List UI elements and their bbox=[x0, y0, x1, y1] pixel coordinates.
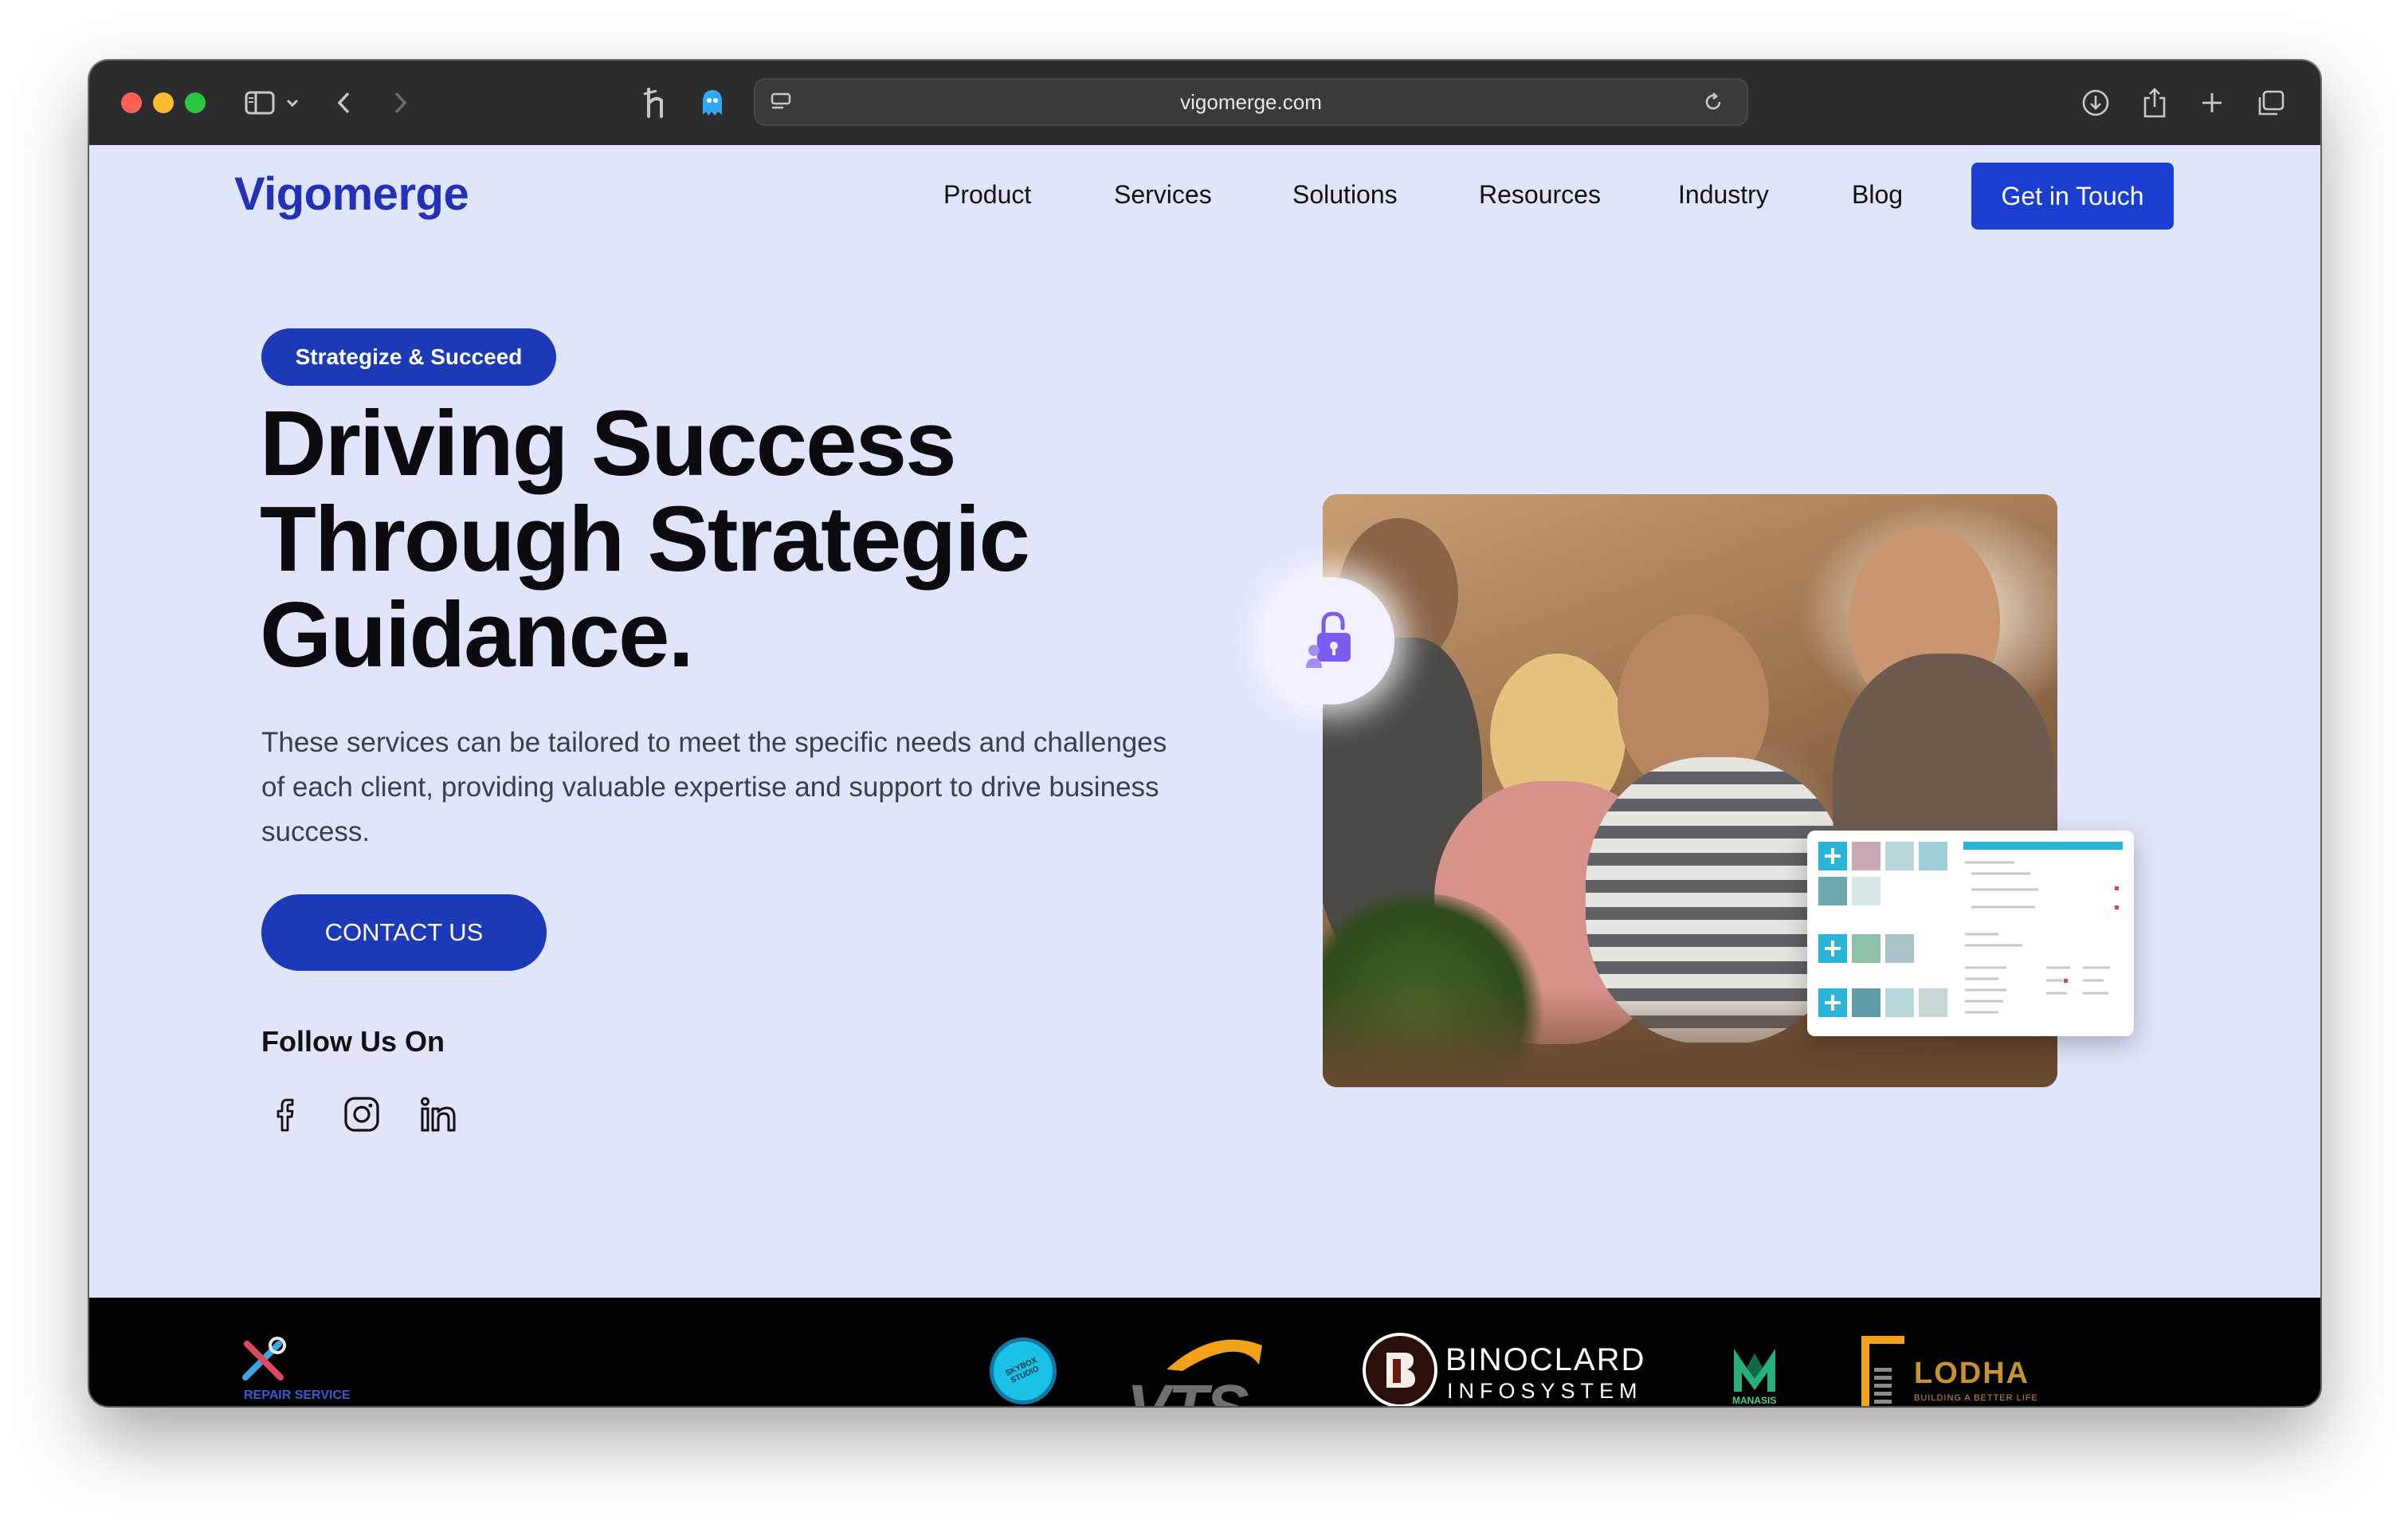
new-tab-icon[interactable] bbox=[2194, 81, 2230, 124]
lodha-tagline: BUILDING A BETTER LIFE bbox=[1914, 1393, 2038, 1403]
close-window-button[interactable] bbox=[121, 92, 142, 113]
headline-line-1: Driving Success bbox=[260, 391, 957, 495]
get-in-touch-button[interactable]: Get in Touch bbox=[1971, 163, 2174, 230]
manasis-logo-text: MANASIS bbox=[1732, 1395, 1777, 1406]
honey-extension-icon[interactable] bbox=[639, 81, 674, 124]
nav-resources[interactable]: Resources bbox=[1479, 180, 1601, 210]
follow-us-label: Follow Us On bbox=[261, 1025, 445, 1058]
instagram-icon[interactable] bbox=[341, 1094, 382, 1135]
vts-logo: VTS bbox=[1127, 1330, 1270, 1406]
nav-solutions[interactable]: Solutions bbox=[1292, 180, 1398, 210]
back-icon[interactable] bbox=[328, 81, 360, 124]
ghostery-extension-icon[interactable] bbox=[696, 81, 728, 124]
address-bar[interactable]: vigomerge.com bbox=[754, 78, 1748, 126]
minimize-window-button[interactable] bbox=[153, 92, 174, 113]
nav-blog[interactable]: Blog bbox=[1852, 180, 1903, 210]
headline-line-2: Through Strategic bbox=[260, 487, 1030, 591]
skybox-logo: SKYBOX STUDIO bbox=[990, 1337, 1057, 1404]
chevron-down-icon[interactable] bbox=[280, 81, 304, 124]
client-logo-strip: REPAIR SERVICE SKYBOX STUDIO VTS BINOCLA… bbox=[89, 1298, 2320, 1406]
url-text: vigomerge.com bbox=[1180, 90, 1322, 114]
site-header: Vigomerge Product Services Solutions Res… bbox=[89, 145, 2320, 247]
contact-us-button[interactable]: CONTACT US bbox=[261, 894, 547, 971]
unlock-icon bbox=[1306, 611, 1351, 668]
manasis-logo bbox=[1729, 1344, 1780, 1393]
binoclard-emblem bbox=[1363, 1333, 1437, 1406]
hero-headline: Driving Success Through Strategic Guidan… bbox=[260, 395, 1216, 682]
facebook-icon[interactable] bbox=[266, 1094, 308, 1135]
hero-section: Strategize & Succeed Driving Success Thr… bbox=[89, 245, 2320, 1357]
browser-toolbar: vigomerge.com bbox=[89, 61, 2320, 147]
dashboard-preview-card bbox=[1807, 831, 2134, 1036]
tab-overview-icon[interactable] bbox=[2253, 81, 2288, 124]
headline-line-3: Guidance. bbox=[260, 583, 694, 686]
skybox-logo-text: SKYBOX STUDIO bbox=[1004, 1356, 1041, 1385]
unlock-badge bbox=[1267, 577, 1394, 705]
downloads-icon[interactable] bbox=[2078, 81, 2113, 124]
sidebar-icon[interactable] bbox=[242, 81, 277, 124]
share-icon[interactable] bbox=[2137, 81, 2172, 124]
linkedin-icon[interactable] bbox=[418, 1094, 459, 1135]
hero-badge: Strategize & Succeed bbox=[261, 328, 556, 386]
browser-window: vigomerge.com Vigomerge Product Services… bbox=[89, 61, 2320, 1406]
nav-services[interactable]: Services bbox=[1114, 180, 1212, 210]
reload-icon[interactable] bbox=[1696, 80, 1731, 124]
hero-description: These services can be tailored to meet t… bbox=[261, 727, 1167, 847]
zoom-window-button[interactable] bbox=[185, 92, 206, 113]
vts-logo-text: VTS bbox=[1127, 1371, 1249, 1406]
repair-tools-icon bbox=[239, 1336, 287, 1384]
nav-product[interactable]: Product bbox=[943, 180, 1031, 210]
forward-icon[interactable] bbox=[384, 81, 416, 124]
binoclard-subtitle: INFOSYSTEM bbox=[1447, 1379, 1643, 1403]
binoclard-title: BINOCLARD bbox=[1445, 1342, 1646, 1377]
repair-service-logo-text: REPAIR SERVICE bbox=[244, 1388, 351, 1402]
lodha-logo: LODHA BUILDING A BETTER LIFE bbox=[1860, 1334, 2043, 1406]
nav-industry[interactable]: Industry bbox=[1678, 180, 1769, 210]
site-logo[interactable]: Vigomerge bbox=[234, 167, 469, 221]
lodha-logo-text: LODHA bbox=[1914, 1357, 2030, 1390]
